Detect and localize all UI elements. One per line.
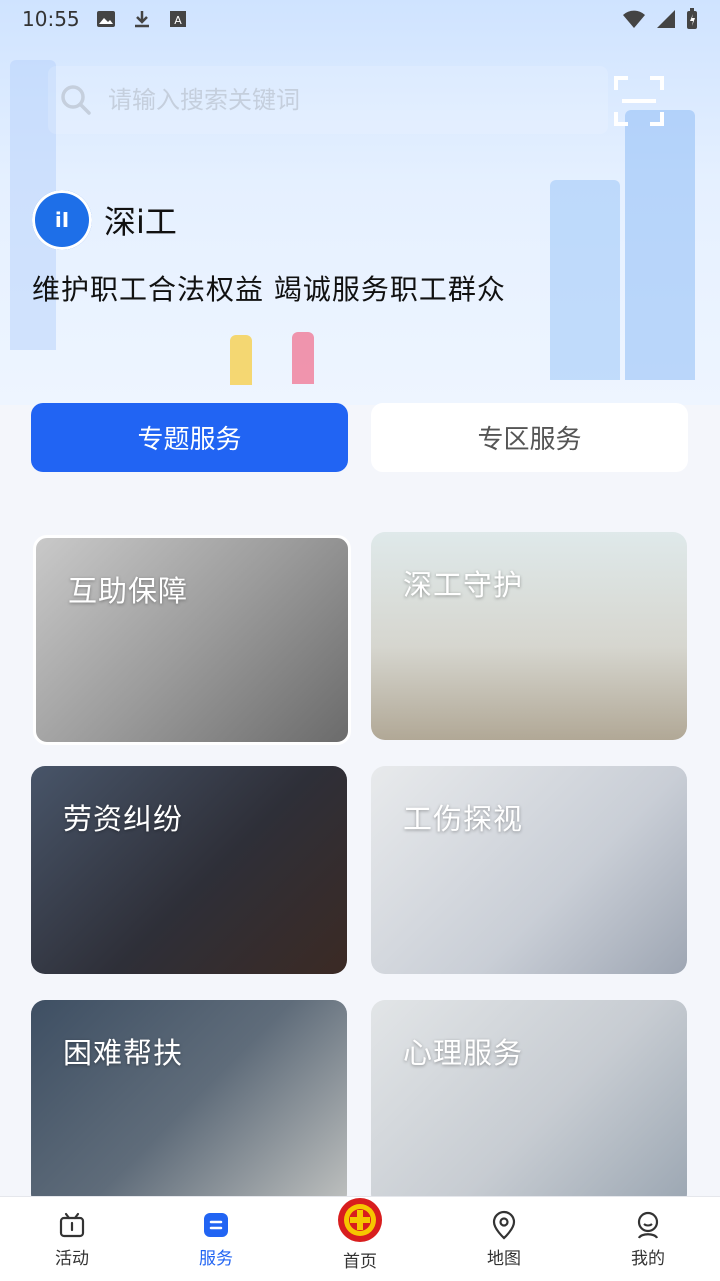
service-tabs: 专题服务 专区服务: [31, 403, 688, 472]
brand-logo: iI: [32, 190, 92, 250]
nav-label: 首页: [343, 1251, 377, 1272]
brand-logo-text: iI: [54, 208, 70, 232]
download-icon: [134, 11, 149, 28]
service-card-labor-dispute[interactable]: 劳资纠纷: [31, 766, 347, 974]
svg-text:A: A: [174, 14, 182, 27]
nav-label: 服务: [199, 1248, 233, 1269]
nav-profile[interactable]: 我的: [593, 1210, 703, 1269]
skyline-decoration: [625, 110, 695, 380]
search-icon: [61, 85, 91, 115]
service-card-mutual-aid[interactable]: 互助保障: [33, 535, 351, 745]
tab-zone-services[interactable]: 专区服务: [371, 403, 688, 472]
search-bar[interactable]: [48, 66, 608, 134]
status-time: 10:55: [22, 7, 80, 31]
slogan: 维护职工合法权益 竭诚服务职工群众: [32, 273, 506, 306]
skyline-decoration: [550, 180, 620, 380]
bridge-decoration: [230, 335, 252, 385]
brand-name: 深i工: [104, 203, 177, 241]
card-label: 互助保障: [68, 574, 189, 608]
bottom-nav: 活动 服务 首页 地图 我的: [0, 1196, 720, 1281]
nav-home[interactable]: 首页: [305, 1197, 415, 1272]
service-card-worker-protection[interactable]: 深工守护: [371, 532, 687, 740]
card-label: 深工守护: [403, 568, 524, 602]
card-label: 劳资纠纷: [63, 802, 184, 836]
signal-icon: [657, 10, 675, 28]
status-bar: 10:55 A: [0, 0, 720, 38]
card-label: 工伤探视: [403, 802, 524, 836]
wifi-icon: [623, 10, 645, 28]
service-icon: [204, 1212, 228, 1237]
card-label: 困难帮扶: [63, 1036, 184, 1070]
user-icon: [637, 1211, 659, 1239]
nav-label: 活动: [55, 1248, 89, 1269]
card-label: 心理服务: [403, 1036, 524, 1070]
nav-map[interactable]: 地图: [449, 1210, 559, 1269]
service-card-psych-service[interactable]: 心理服务: [371, 1000, 687, 1208]
tab-topic-services[interactable]: 专题服务: [31, 403, 348, 472]
image-icon: [96, 11, 115, 27]
location-pin-icon: [492, 1210, 516, 1239]
nav-label: 地图: [487, 1248, 521, 1269]
battery-icon: [687, 8, 697, 29]
service-card-injury-visit[interactable]: 工伤探视: [371, 766, 687, 974]
bridge-decoration: [292, 332, 314, 384]
text-icon: A: [169, 11, 186, 27]
nav-service[interactable]: 服务: [161, 1210, 271, 1269]
search-input[interactable]: [106, 85, 550, 115]
union-logo-icon: [338, 1197, 382, 1242]
scan-icon[interactable]: [614, 76, 664, 126]
service-card-hardship-aid[interactable]: 困难帮扶: [31, 1000, 347, 1208]
nav-label: 我的: [631, 1248, 665, 1269]
nav-activity[interactable]: 活动: [17, 1210, 127, 1269]
brand-block: iI 深i工: [32, 190, 177, 250]
activity-icon: [59, 1212, 85, 1237]
